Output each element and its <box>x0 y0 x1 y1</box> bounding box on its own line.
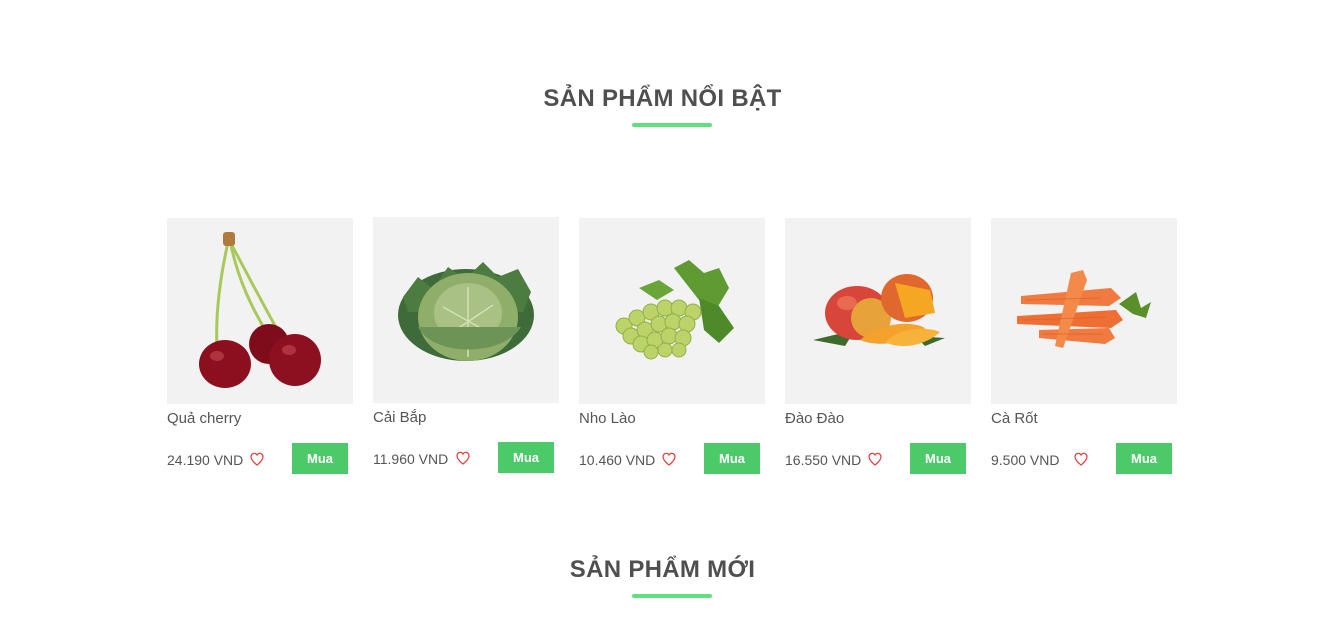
product-image-cabbage[interactable] <box>373 217 559 403</box>
heart-icon[interactable] <box>249 451 265 467</box>
product-card: Quả cherry 24.190 VND Mua <box>167 218 353 478</box>
product-price: 11.960 VND <box>373 451 449 467</box>
grapes-icon <box>615 260 734 360</box>
buy-button[interactable]: Mua <box>1116 443 1172 474</box>
product-image-grapes[interactable] <box>579 218 765 404</box>
product-price: 24.190 VND <box>167 452 244 468</box>
heart-icon[interactable] <box>661 451 677 467</box>
cherry-icon <box>199 232 321 388</box>
heart-icon[interactable] <box>455 450 471 466</box>
product-card: Cà Rốt 9.500 VND Mua <box>991 218 1177 478</box>
new-products-title-underline <box>632 594 712 598</box>
product-card: Đào Đào 16.550 VND Mua <box>785 218 971 478</box>
buy-button[interactable]: Mua <box>910 443 966 474</box>
carrot-icon <box>1017 270 1151 348</box>
mango-icon <box>813 274 945 347</box>
buy-button[interactable]: Mua <box>704 443 760 474</box>
cabbage-icon <box>398 262 534 361</box>
featured-section-title: SẢN PHẨM NỔI BẬT <box>543 85 782 112</box>
product-name[interactable]: Đào Đào <box>785 410 844 427</box>
heart-icon[interactable] <box>1073 451 1089 467</box>
product-name[interactable]: Nho Lào <box>579 410 636 427</box>
product-price: 10.460 VND <box>579 452 656 468</box>
product-image-cherry[interactable] <box>167 218 353 404</box>
product-card: Cải Bắp 11.960 VND Mua <box>373 217 559 477</box>
product-name[interactable]: Cải Bắp <box>373 409 426 426</box>
product-image-carrot[interactable] <box>991 218 1177 404</box>
new-products-section-title: SẢN PHẨM MỚI <box>569 556 756 583</box>
featured-title-underline <box>632 123 712 127</box>
product-card: Nho Lào 10.460 VND Mua <box>579 218 765 478</box>
product-price: 9.500 VND <box>991 452 1060 468</box>
product-page: SẢN PHẨM NỔI BẬT Quả cherry 24.190 VND M… <box>0 0 1325 639</box>
heart-icon[interactable] <box>867 451 883 467</box>
product-name[interactable]: Quả cherry <box>167 410 241 427</box>
product-price: 16.550 VND <box>785 452 862 468</box>
product-name[interactable]: Cà Rốt <box>991 410 1038 427</box>
product-image-mango[interactable] <box>785 218 971 404</box>
buy-button[interactable]: Mua <box>498 442 554 473</box>
buy-button[interactable]: Mua <box>292 443 348 474</box>
